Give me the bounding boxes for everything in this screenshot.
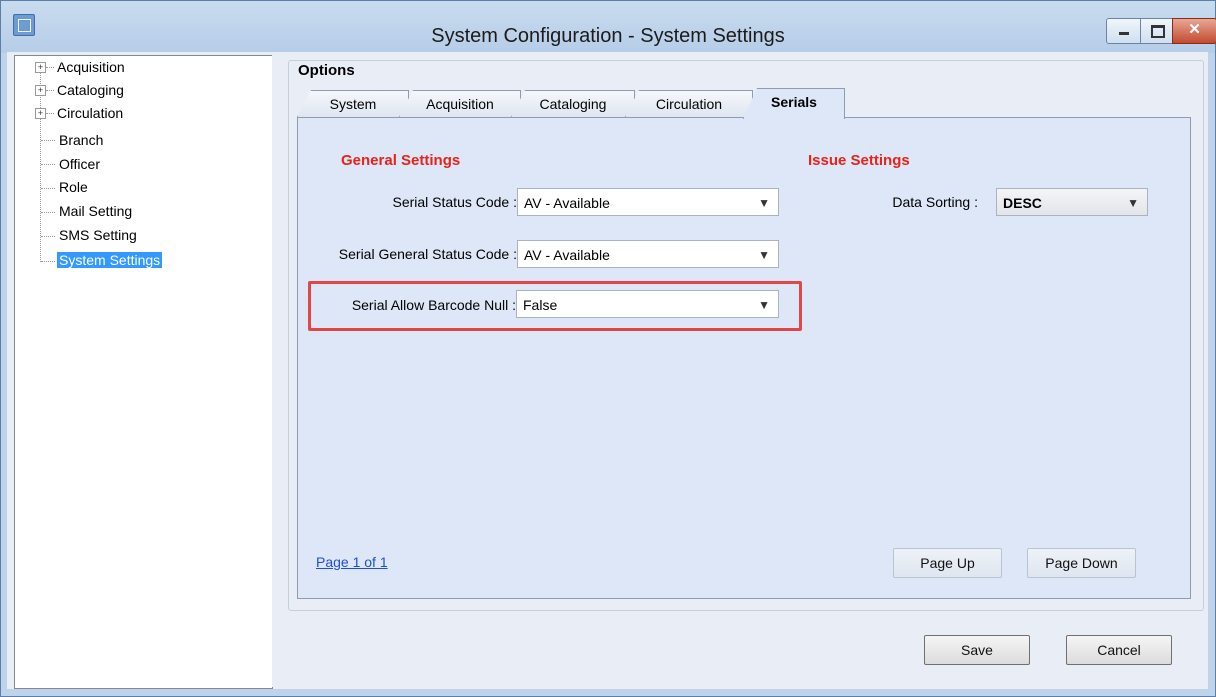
- general-settings-heading: General Settings: [341, 152, 461, 169]
- tree-connector: [46, 90, 54, 92]
- issue-settings-heading: Issue Settings: [808, 152, 910, 169]
- close-icon[interactable]: ✕: [1172, 18, 1216, 44]
- tab-label: Serials: [771, 94, 817, 110]
- chevron-down-icon: ▼: [758, 248, 770, 262]
- title-bar[interactable]: System Configuration - System Settings ✕: [1, 1, 1216, 53]
- options-title: Options: [298, 62, 355, 79]
- tree-item-mail-setting[interactable]: Mail Setting: [59, 201, 132, 221]
- tab-label: Cataloging: [539, 96, 607, 112]
- tab-label: System: [329, 96, 377, 112]
- tree-item-sms-setting[interactable]: SMS Setting: [59, 225, 137, 245]
- splitter[interactable]: [272, 55, 278, 687]
- page-up-button[interactable]: Page Up: [893, 548, 1002, 578]
- tree-connector: [41, 164, 55, 166]
- serial-status-code-label: Serial Status Code :: [392, 194, 517, 210]
- tree-item-label: SMS Setting: [59, 227, 137, 243]
- data-sorting-value: DESC: [1003, 195, 1042, 211]
- cancel-button[interactable]: Cancel: [1066, 635, 1172, 665]
- chevron-down-icon: ▼: [758, 196, 770, 210]
- serial-allow-barcode-null-select[interactable]: False ▼: [516, 290, 779, 318]
- tree-item-circulation[interactable]: Circulation: [57, 103, 123, 123]
- tree-item-label: Branch: [59, 132, 104, 148]
- window-title: System Configuration - System Settings: [431, 25, 785, 47]
- data-sorting-label: Data Sorting :: [892, 194, 978, 210]
- tree-item-label: Role: [59, 179, 88, 195]
- tree-item-label: System Settings: [57, 252, 163, 268]
- tree-item-cataloging[interactable]: Cataloging: [57, 80, 124, 100]
- serial-general-status-code-select[interactable]: AV - Available ▼: [517, 240, 779, 268]
- save-button[interactable]: Save: [924, 635, 1030, 665]
- chevron-down-icon: ▼: [758, 298, 770, 312]
- minimize-icon[interactable]: [1106, 18, 1142, 44]
- serial-general-status-code-label: Serial General Status Code :: [338, 246, 517, 262]
- tree-item-label: Circulation: [57, 105, 124, 121]
- serial-general-status-code-value: AV - Available: [524, 247, 610, 263]
- tree-item-label: Officer: [59, 156, 100, 172]
- tree-connector: [41, 188, 55, 190]
- chevron-down-icon: ▼: [1127, 196, 1139, 210]
- tab-circulation[interactable]: Circulation: [625, 90, 753, 117]
- tab-acquisition[interactable]: Acquisition: [399, 90, 521, 117]
- serial-status-code-value: AV - Available: [524, 195, 610, 211]
- tab-system[interactable]: System: [297, 90, 409, 117]
- tree-item-acquisition[interactable]: Acquisition: [57, 57, 125, 77]
- data-sorting-select[interactable]: DESC ▼: [996, 188, 1148, 216]
- serial-allow-barcode-null-value: False: [523, 297, 558, 313]
- tab-label: Circulation: [655, 96, 723, 112]
- tab-label: Acquisition: [426, 96, 494, 112]
- tree-item-role[interactable]: Role: [59, 177, 88, 197]
- maximize-icon[interactable]: [1140, 18, 1174, 44]
- tree-connector: [46, 113, 54, 115]
- page-indicator-link[interactable]: Page 1 of 1: [316, 554, 388, 570]
- serial-allow-barcode-null-label: Serial Allow Barcode Null :: [351, 297, 516, 313]
- tab-cataloging[interactable]: Cataloging: [511, 90, 635, 117]
- tree-item-label: Cataloging: [57, 82, 124, 98]
- tree-connector: [41, 261, 55, 263]
- plus-expander-icon[interactable]: +: [35, 62, 46, 73]
- plus-expander-icon[interactable]: +: [35, 108, 46, 119]
- plus-expander-icon[interactable]: +: [35, 85, 46, 96]
- page-down-button[interactable]: Page Down: [1027, 548, 1136, 578]
- tree-item-label: Acquisition: [57, 59, 125, 75]
- tree-connector: [41, 140, 55, 142]
- tree-item-branch[interactable]: Branch: [59, 130, 103, 150]
- tree-connector: [46, 67, 54, 69]
- tree-item-system-settings[interactable]: System Settings: [57, 250, 163, 270]
- serial-status-code-select[interactable]: AV - Available ▼: [517, 188, 779, 216]
- tree-connector: [41, 212, 55, 214]
- tab-serials[interactable]: Serials: [743, 88, 845, 119]
- tree-item-label: Mail Setting: [59, 203, 133, 219]
- tree-item-officer[interactable]: Officer: [59, 154, 100, 174]
- tree-connector: [41, 236, 55, 238]
- settings-tree[interactable]: + Acquisition + Cataloging + Circulation…: [14, 55, 273, 689]
